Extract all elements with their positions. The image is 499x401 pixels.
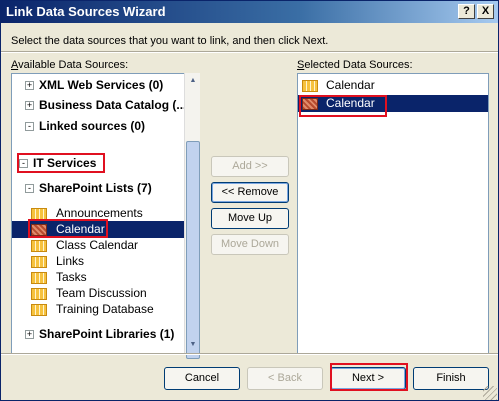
instruction-text: Select the data sources that you want to… [11,35,329,47]
highlight-box-it-services [17,153,105,173]
highlight-box-calendar-available [28,219,108,238]
resize-grip-icon[interactable] [483,386,497,400]
available-tree[interactable]: + XML Web Services (0) + Business Data C… [11,73,200,354]
wizard-window: Link Data Sources Wizard ? X Select the … [0,0,499,401]
scroll-up-icon[interactable]: ▲ [186,74,200,88]
collapse-icon[interactable]: - [25,122,34,131]
list-icon [31,272,47,284]
expand-icon[interactable]: + [25,101,34,110]
list-icon [31,256,47,268]
window-title: Link Data Sources Wizard [6,4,166,19]
available-label: Available Data Sources: [11,59,129,71]
tree-node-sharepoint-lists[interactable]: - SharePoint Lists (7) [12,180,187,197]
tree-item-class-calendar[interactable]: Class Calendar [12,237,187,254]
tree-node-linked-sources[interactable]: - Linked sources (0) [12,118,187,135]
move-down-button[interactable]: Move Down [211,234,289,255]
tree-node-xml-web-services[interactable]: + XML Web Services (0) [12,77,187,94]
help-button[interactable]: ? [458,4,475,19]
footer-divider [1,353,498,355]
list-icon [31,304,47,316]
cancel-button[interactable]: Cancel [164,367,240,390]
expand-icon[interactable]: + [25,330,34,339]
expand-icon[interactable]: + [25,81,34,90]
highlight-box-next [330,363,408,391]
available-scrollbar[interactable]: ▲ ▼ [184,73,200,359]
tree-item-tasks[interactable]: Tasks [12,269,187,286]
tree-item-team-discussion[interactable]: Team Discussion [12,285,187,302]
tree-node-sharepoint-libraries[interactable]: + SharePoint Libraries (1) [12,326,187,343]
list-icon [31,288,47,300]
list-icon [31,240,47,252]
tree-item-links[interactable]: Links [12,253,187,270]
title-bar[interactable]: Link Data Sources Wizard ? X [1,1,498,23]
tree-node-business-data-catalog[interactable]: + Business Data Catalog (... [12,97,187,114]
header-divider [1,51,498,53]
selected-item-calendar[interactable]: Calendar [298,77,488,94]
move-up-button[interactable]: Move Up [211,208,289,229]
collapse-icon[interactable]: - [25,184,34,193]
selected-label: Selected Data Sources: [297,59,413,71]
scroll-thumb[interactable] [186,141,200,359]
finish-button[interactable]: Finish [413,367,489,390]
remove-button[interactable]: << Remove [211,182,289,203]
scroll-down-icon[interactable]: ▼ [186,338,200,352]
add-button[interactable]: Add >> [211,156,289,177]
tree-item-training-database[interactable]: Training Database [12,301,187,318]
list-icon [302,80,318,92]
close-button[interactable]: X [477,4,494,19]
highlight-box-calendar-selected [299,95,387,117]
back-button[interactable]: < Back [247,367,323,390]
